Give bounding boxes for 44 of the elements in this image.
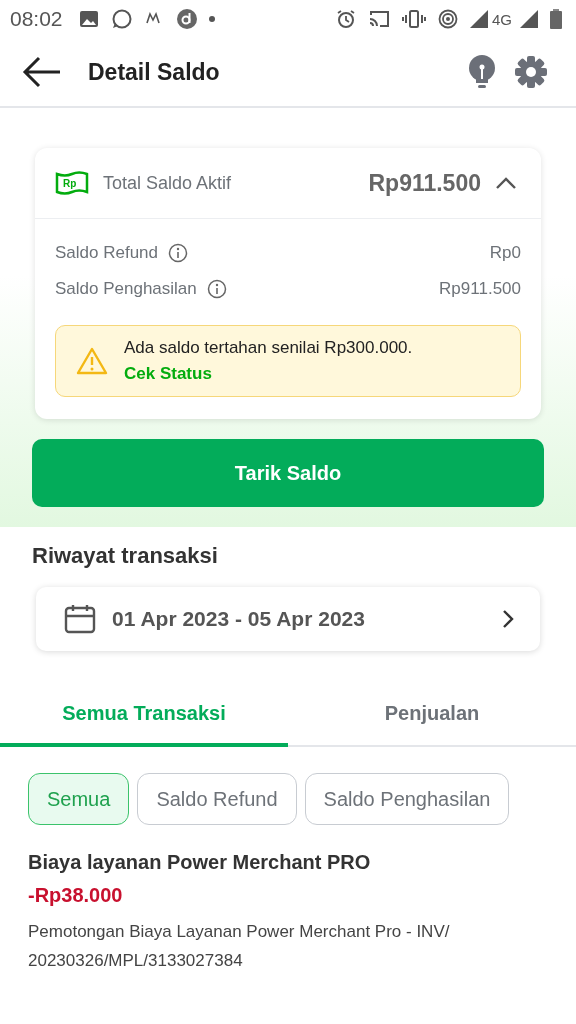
filter-chip[interactable]: Saldo Penghasilan xyxy=(304,773,510,825)
info-icon[interactable] xyxy=(168,243,189,263)
alarm-icon xyxy=(336,9,356,29)
balance-label: Saldo Refund xyxy=(55,243,159,263)
transaction-title: Biaya layanan Power Merchant PRO xyxy=(28,851,372,874)
check-status-link[interactable]: Cek Status xyxy=(124,364,212,384)
transaction-description: Pemotongan Biaya Layanan Power Merchant Pro - INV/ 20230326/MPL/3133027384 xyxy=(28,921,451,972)
back-arrow-icon[interactable] xyxy=(22,56,62,88)
withdraw-button[interactable]: Tarik Saldo xyxy=(32,439,544,507)
section-title: Riwayat transaksi xyxy=(31,543,219,569)
date-range-selector[interactable]: 01 Apr 2023 - 05 Apr 2023 xyxy=(36,587,540,651)
lightbulb-icon[interactable] xyxy=(468,55,496,89)
balance-value: Rp911.500 xyxy=(439,279,521,299)
total-balance-amount: Rp911.500 xyxy=(368,169,481,197)
info-icon[interactable] xyxy=(206,279,227,299)
circle-app-icon xyxy=(176,9,197,29)
tab[interactable]: Semua Transaksi xyxy=(0,683,288,747)
currency-label: Rp xyxy=(63,177,77,189)
hotspot-icon xyxy=(438,9,458,29)
page-title: Detail Saldo xyxy=(88,58,220,86)
filter-chip[interactable]: Semua xyxy=(28,773,130,825)
transaction-amount: -Rp38.000 xyxy=(28,884,124,907)
balance-value: Rp0 xyxy=(489,243,521,263)
date-range: 01 Apr 2023 - 05 Apr 2023 xyxy=(112,607,365,631)
balance-label: Saldo Penghasilan xyxy=(55,279,197,299)
notice-text: Ada saldo tertahan senilai Rp300.000. xyxy=(124,338,413,358)
vibrate-icon xyxy=(402,10,426,28)
chevron-icon[interactable] xyxy=(495,176,517,190)
status-time: 08:02 xyxy=(10,7,63,31)
chat-icon xyxy=(110,8,133,30)
total-balance-label: Total Saldo Aktif xyxy=(103,172,232,194)
calendar-icon xyxy=(64,604,96,634)
gallery-icon xyxy=(78,10,99,28)
signal-icon xyxy=(470,10,488,28)
battery-icon xyxy=(550,9,562,29)
filter-chip[interactable]: Saldo Refund xyxy=(137,773,297,825)
dot-icon xyxy=(208,16,215,22)
chevron-right-icon xyxy=(502,609,514,629)
money-icon xyxy=(55,171,89,195)
tab[interactable]: Penjualan xyxy=(288,683,576,747)
cast-icon xyxy=(368,10,390,28)
signal-icon xyxy=(520,10,538,28)
network-label: 4G xyxy=(492,10,512,28)
warning-icon xyxy=(76,347,108,375)
